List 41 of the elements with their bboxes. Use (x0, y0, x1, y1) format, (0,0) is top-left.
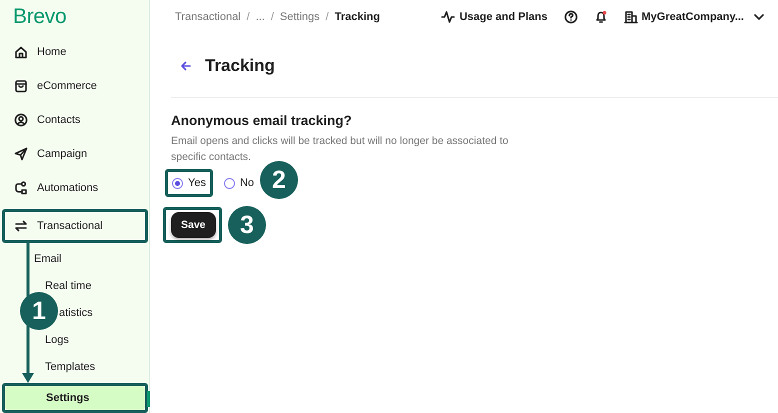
contact-icon (14, 112, 28, 127)
breadcrumb-link[interactable]: ... (256, 11, 265, 23)
breadcrumb-link[interactable]: Transactional (175, 11, 241, 23)
nav-item[interactable]: Transactional (5, 212, 145, 240)
nav-item[interactable]: eCommerce (5, 72, 145, 99)
nav-item[interactable]: Campaign (5, 140, 145, 167)
activity-icon (441, 10, 456, 24)
nav-subitem[interactable]: Email (34, 246, 62, 273)
nav-item[interactable]: Contacts (5, 106, 145, 133)
radio-label: No (240, 177, 254, 189)
usage-link[interactable]: Usage and Plans (441, 10, 548, 24)
question-heading: Anonymous email tracking? (171, 113, 352, 128)
automation-icon (14, 180, 28, 195)
back-arrow-icon[interactable] (179, 58, 193, 72)
company-name: MyGreatCompany... (642, 11, 744, 23)
nav-item[interactable]: Automations (5, 174, 145, 201)
selection-indicator (147, 390, 150, 407)
breadcrumb-separator: / (326, 11, 329, 23)
send-icon (14, 146, 28, 161)
radio-label: Yes (188, 177, 206, 189)
breadcrumb-separator: / (246, 11, 250, 23)
nav-subitem[interactable]: atistics (59, 300, 93, 327)
radio-option[interactable]: Yes (168, 172, 210, 194)
help-icon (564, 10, 578, 24)
radio-button[interactable] (172, 178, 183, 188)
building-icon (624, 10, 638, 24)
bag-icon (14, 78, 28, 93)
nav-subitem[interactable]: Templates (45, 354, 96, 381)
radio-button[interactable] (224, 178, 235, 188)
breadcrumb-separator: / (270, 11, 274, 23)
radio-option[interactable]: No (220, 172, 258, 194)
breadcrumb-link[interactable]: Settings (280, 11, 320, 23)
save-button[interactable]: Save (171, 212, 216, 238)
page-title: Tracking (205, 56, 275, 76)
home-icon (14, 44, 28, 59)
step-number: 2 (260, 161, 298, 199)
account-menu[interactable]: MyGreatCompany... (624, 10, 766, 24)
nav-item[interactable]: Home (5, 38, 145, 65)
nav-subitem[interactable]: Settings (5, 386, 145, 410)
swap-icon (14, 218, 28, 233)
step-number: 3 (228, 206, 266, 244)
